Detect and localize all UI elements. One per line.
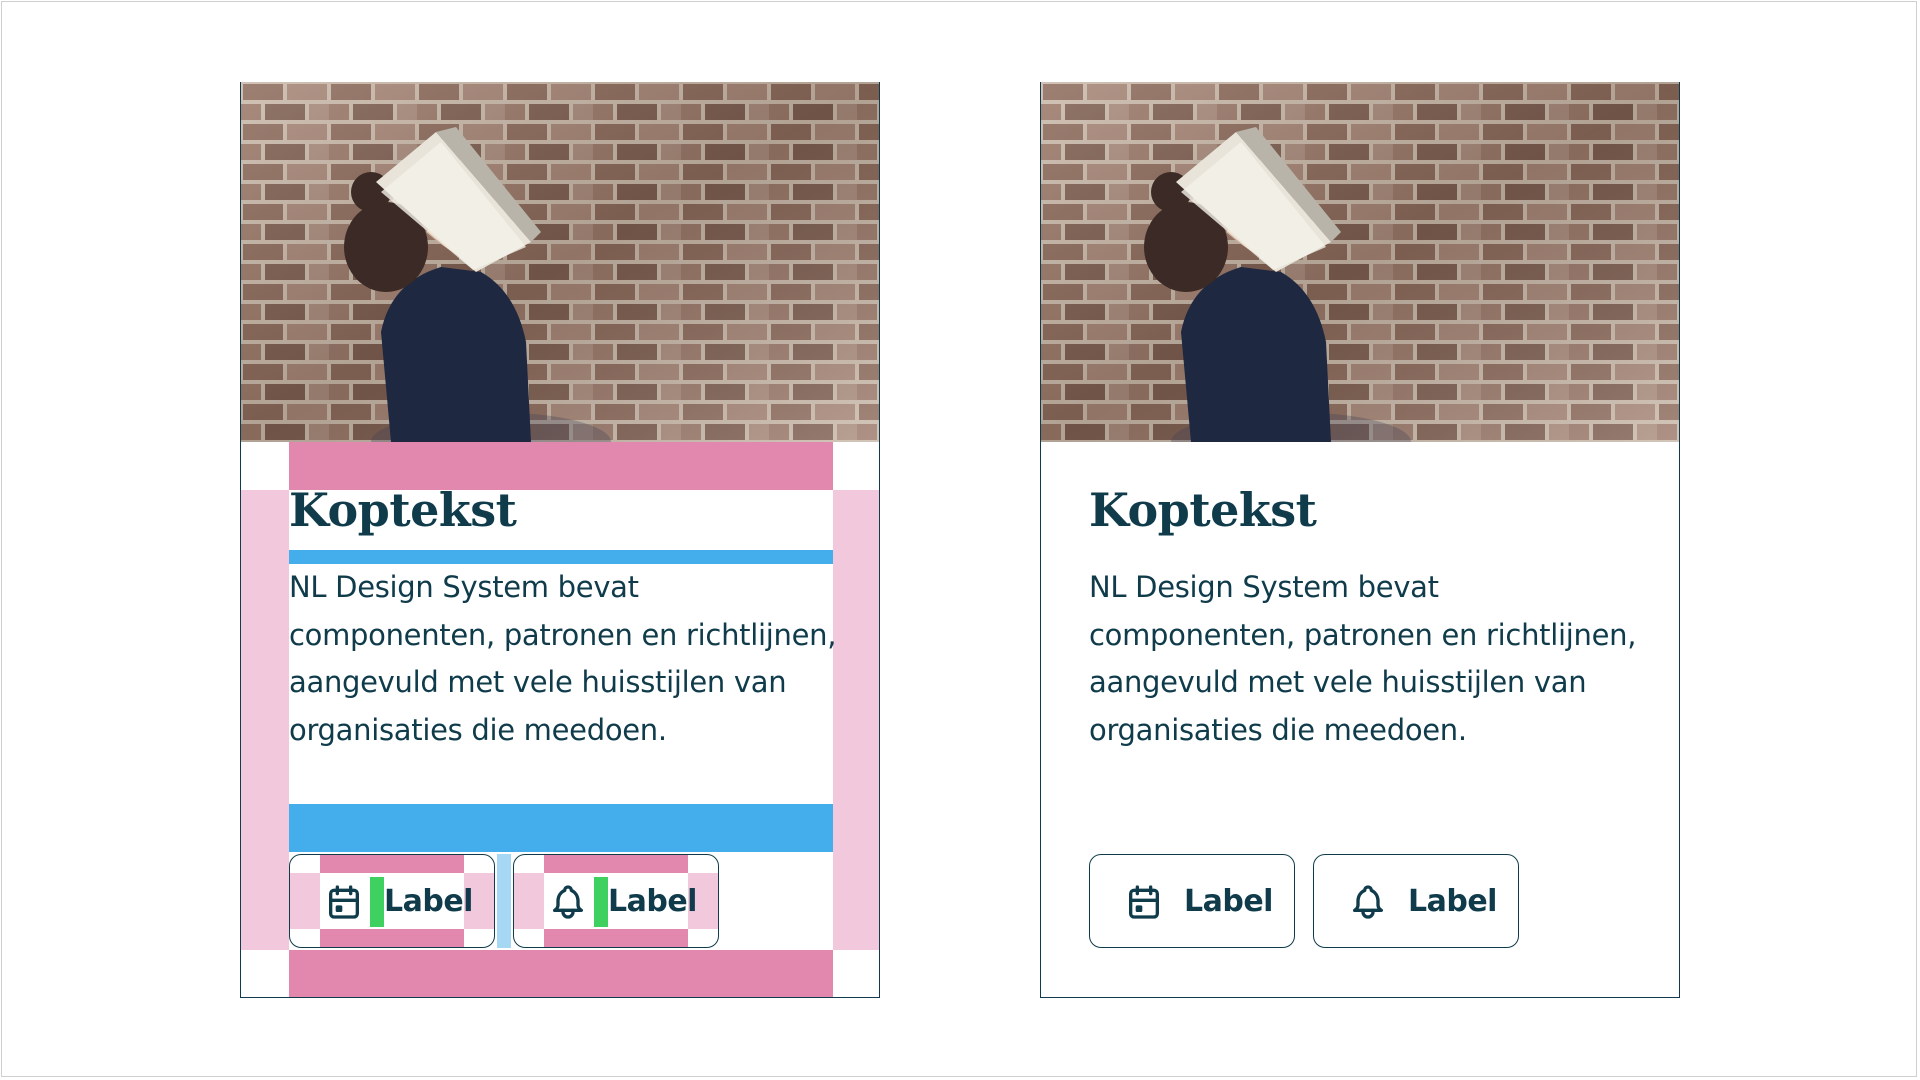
button-padding-left-overlay	[514, 873, 544, 929]
button-padding-bottom-overlay	[320, 929, 464, 947]
bell-label-button[interactable]: Label	[1313, 854, 1519, 948]
card-paragraph: NL Design System bevat componenten, patr…	[1089, 570, 1637, 747]
card-plain: Koptekst NL Design System bevat componen…	[1040, 82, 1680, 998]
card-paragraph: NL Design System bevat componenten, patr…	[289, 570, 837, 747]
button-label: Label	[1408, 884, 1497, 919]
card-heading: Koptekst	[289, 483, 517, 537]
padding-left-overlay	[241, 490, 289, 950]
calendar-label-button[interactable]: Label	[289, 854, 495, 948]
button-label: Label	[608, 884, 697, 919]
icon-gap-overlay	[594, 877, 608, 927]
padding-bottom-overlay	[289, 950, 833, 997]
brick-wall-photo	[241, 82, 879, 442]
icon-gap-overlay	[370, 877, 384, 927]
paragraph-gap-overlay	[289, 804, 833, 852]
bell-label-button[interactable]: Label	[513, 854, 719, 948]
card-heading: Koptekst	[1089, 483, 1317, 537]
calendar-label-button[interactable]: Label	[1089, 854, 1295, 948]
button-padding-left-overlay	[290, 873, 320, 929]
card-image	[1041, 82, 1679, 442]
button-gap-overlay	[497, 854, 511, 948]
button-padding-top-overlay	[320, 855, 464, 873]
brick-wall-photo	[1041, 82, 1679, 442]
button-padding-bottom-overlay	[544, 929, 688, 947]
bell-icon	[1348, 882, 1388, 922]
button-label: Label	[384, 884, 473, 919]
card-image	[241, 82, 879, 442]
calendar-icon	[324, 882, 364, 922]
button-padding-top-overlay	[544, 855, 688, 873]
calendar-icon	[1124, 882, 1164, 922]
bell-icon	[548, 882, 588, 922]
card-annotated: Koptekst NL Design System bevat componen…	[240, 82, 880, 998]
heading-gap-overlay	[289, 550, 833, 564]
button-label: Label	[1184, 884, 1273, 919]
